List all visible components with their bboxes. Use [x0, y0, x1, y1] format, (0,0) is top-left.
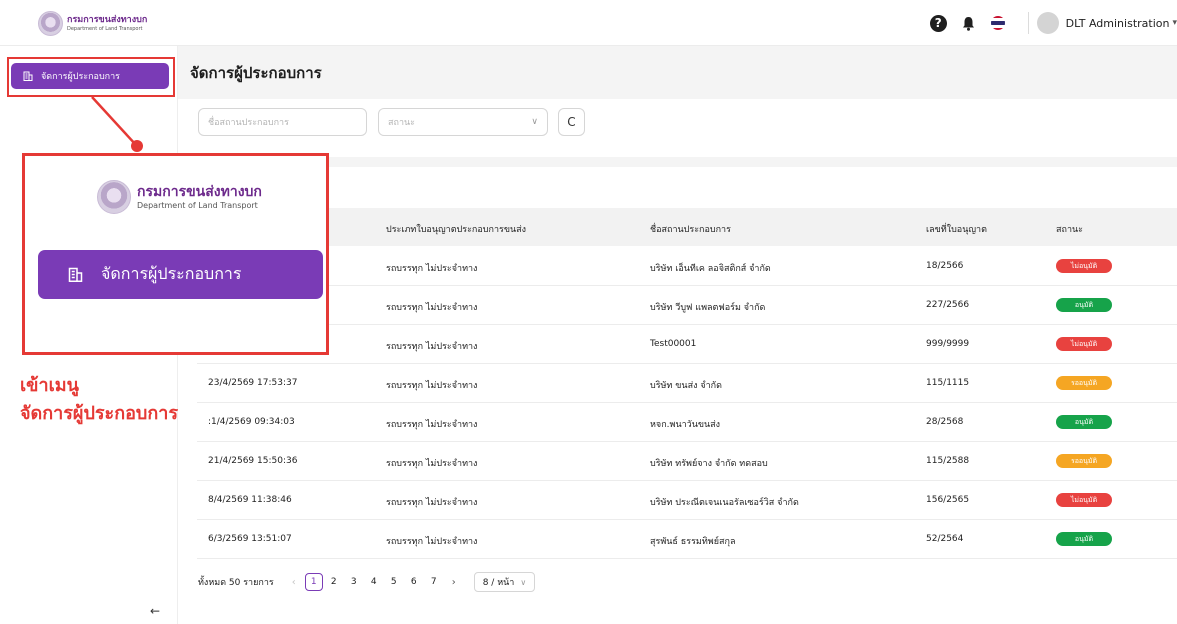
building-icon — [68, 267, 83, 282]
callout-brand-name-en: Department of Land Transport — [137, 200, 258, 210]
dlt-seal-icon — [97, 180, 131, 214]
callout-brand-text: กรมการขนส่งทางบก Department of Land Tran… — [137, 185, 262, 210]
annotation-caption-line2: จัดการผู้ประกอบการ — [20, 403, 179, 424]
zoom-callout: กรมการขนส่งทางบก Department of Land Tran… — [22, 153, 329, 355]
callout-brand: กรมการขนส่งทางบก Department of Land Tran… — [97, 180, 262, 214]
callout-menu-label: จัดการผู้ประกอบการ — [101, 264, 242, 283]
callout-brand-name-th: กรมการขนส่งทางบก — [137, 183, 262, 200]
callout-menu-item: จัดการผู้ประกอบการ — [38, 250, 323, 299]
annotation-caption-line1: เข้าเมนู — [20, 375, 79, 396]
